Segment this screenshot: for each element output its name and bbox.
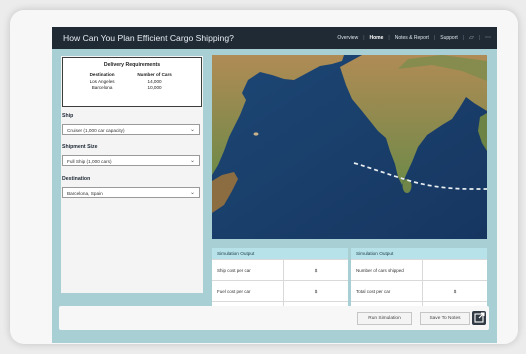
nav-separator: | [433,34,436,41]
table-row: Barcelona 10,000 [80,84,185,90]
app-title: How Can You Plan Efficient Cargo Shippin… [63,33,234,43]
destination-label: Destination [62,176,91,182]
pin-icon[interactable]: ▱ [469,34,474,41]
sim-value [423,260,487,280]
shipment-size-label: Shipment Size [62,144,98,150]
chevron-down-icon: ⌄ [189,190,195,196]
ship-select[interactable]: Cruiser (1,000 car capacity) ⌄ [62,124,200,135]
land-island [253,132,259,136]
sim-right-title: Simulation Output [351,248,487,259]
ship-label: Ship [62,113,74,119]
shipment-size-select[interactable]: Full Ship (1,000 cars) ⌄ [62,155,200,166]
route-map[interactable] [212,55,487,239]
table-row: Ship cost per car $ [212,259,348,280]
destination-select-value: Barcelona, Spain [67,190,103,196]
sim-value: $ [453,289,457,294]
delivery-title: Delivery Requirements [103,62,161,68]
sim-label: Ship cost per car [212,260,284,280]
app-window: How Can You Plan Efficient Cargo Shippin… [52,27,497,343]
top-bar: How Can You Plan Efficient Cargo Shippin… [52,27,497,49]
more-icon[interactable]: ⋯ [485,34,491,41]
exit-icon [474,312,485,323]
nav-separator: | [363,34,365,41]
destination-select[interactable]: Barcelona, Spain ⌄ [62,187,200,198]
table-row: Fuel cost per car $ [212,280,348,301]
map-graphic [212,55,487,239]
nav-separator: | [478,34,480,41]
nav-separator: | [462,34,465,41]
table-row: Total cost per car $ [351,280,487,301]
delivery-table: Destination Number of Cars Los Angeles 1… [80,72,185,90]
delivery-cars: 10,000 [147,84,162,90]
sim-label: Fuel cost per car [212,281,284,301]
delivery-requirements-card: Delivery Requirements Destination Number… [62,57,202,107]
save-to-notes-button[interactable]: Save To Notes [420,312,470,325]
nav-separator: | [388,34,390,41]
action-bar: Run Simulation Save To Notes [59,306,489,330]
sim-value: $ [314,268,318,273]
delivery-destination: Barcelona [91,84,113,90]
table-row: Number of cars shipped [351,259,487,280]
sim-label: Number of cars shipped [351,260,423,280]
chevron-down-icon: ⌄ [189,127,195,133]
chevron-down-icon: ⌄ [189,158,195,164]
sim-value: $ [314,289,318,294]
run-simulation-button[interactable]: Run Simulation [357,312,412,325]
exit-button[interactable] [472,311,486,325]
nav-support[interactable]: Support [440,35,458,41]
shipment-size-select-value: Full Ship (1,000 cars) [67,158,112,164]
sim-label: Total cost per car [351,281,423,301]
nav-notes-report[interactable]: Notes & Report [395,35,429,41]
ship-select-value: Cruiser (1,000 car capacity) [67,127,125,133]
left-panel: Delivery Requirements Destination Number… [61,56,203,293]
sim-left-title: Simulation Output [212,248,348,259]
top-nav: Overview | Home | Notes & Report | Suppo… [332,34,491,42]
nav-home[interactable]: Home [370,35,384,41]
nav-overview[interactable]: Overview [337,35,358,41]
